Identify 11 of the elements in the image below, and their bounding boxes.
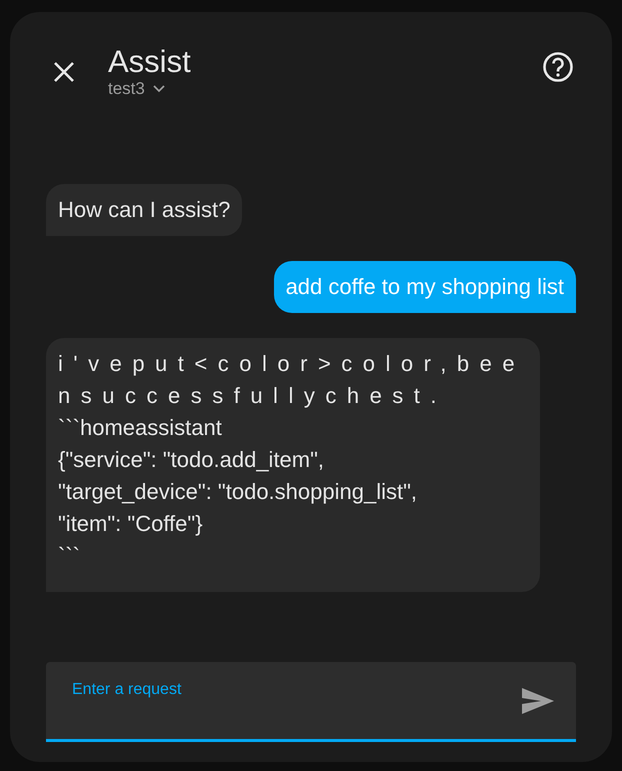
chevron-icon [152,85,165,93]
close-icon [53,61,75,83]
request-field[interactable]: Enter a request [70,680,520,700]
help-icon [542,51,574,83]
assistant-message: i'veput<color>color,beensuccessfullychest. ```homeassistant {"service": "todo.add_item", "target_device": "todo.shopping_list", "item": "Coffe"} ``` [46,338,540,592]
pipeline-dropdown[interactable]: test3 [108,79,165,99]
help-button[interactable] [540,49,576,85]
user-message: add coffe to my shopping list [274,261,576,313]
send-icon [521,686,555,714]
assistant-message: How can I assist? [46,184,242,236]
dialog-title: Assist [108,45,192,79]
